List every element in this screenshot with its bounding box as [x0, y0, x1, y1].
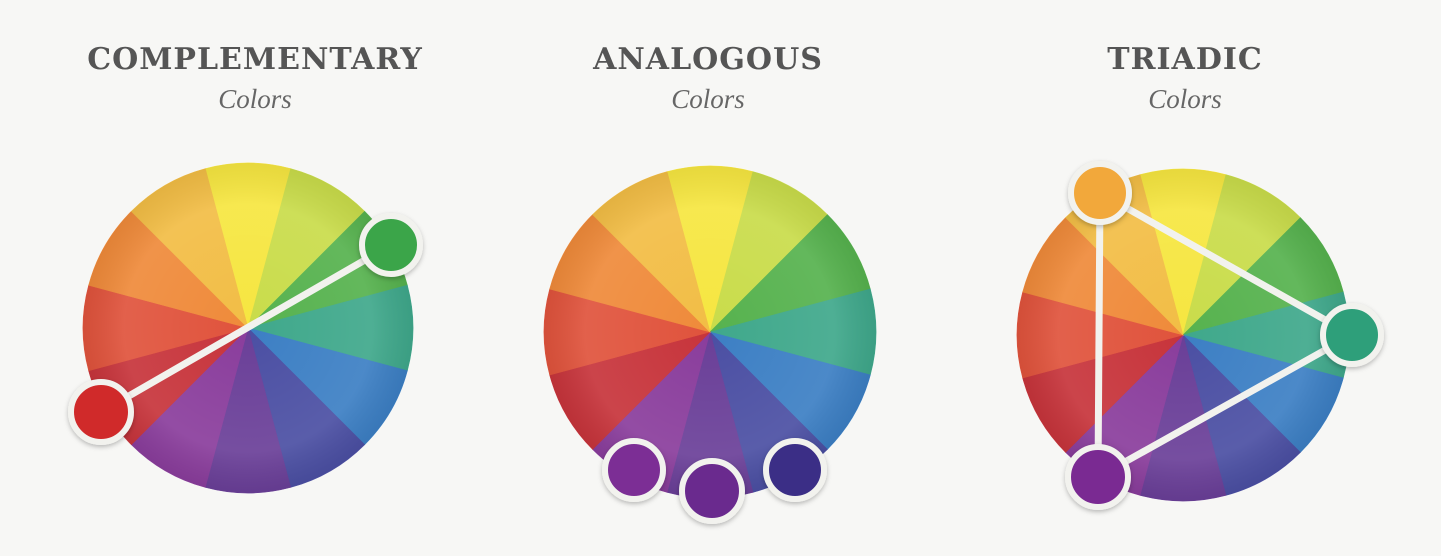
triadic-connector-bottom-top [1094, 189, 1104, 481]
complementary-marker-green [359, 213, 423, 277]
color-schemes-diagram: COMPLEMENTARY Colors ANALOGOUS Colors TR… [0, 0, 1441, 556]
complementary-marker-red [68, 379, 134, 445]
color-wheels-canvas [68, 161, 1384, 524]
analogous-marker-left [602, 438, 666, 502]
triadic-wheel [1016, 161, 1384, 510]
triadic-marker-teal [1320, 303, 1384, 367]
wheel-shading [544, 166, 876, 498]
triadic-marker-purple [1065, 444, 1131, 510]
analogous-marker-right [763, 438, 827, 502]
analogous-marker-center [679, 458, 745, 524]
wheel-shading [1017, 169, 1349, 501]
complementary-wheel [68, 162, 423, 494]
triadic-marker-orange [1068, 161, 1132, 225]
analogous-wheel [543, 165, 877, 524]
